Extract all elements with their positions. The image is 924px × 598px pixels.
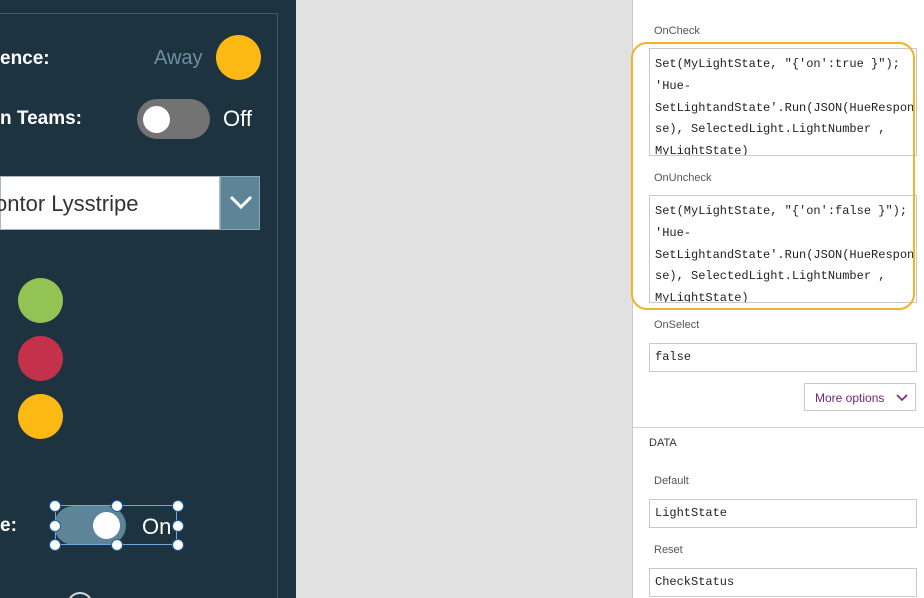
teams-toggle-text: Off: [223, 106, 252, 131]
resize-handle-ml[interactable]: [49, 520, 61, 532]
red-color-button[interactable]: [18, 336, 63, 381]
resize-handle-tl[interactable]: [49, 500, 61, 512]
resize-handle-bl[interactable]: [49, 539, 61, 551]
more-options-label: More options: [815, 391, 885, 405]
resize-handle-tr[interactable]: [172, 500, 184, 512]
presence-label: ence:: [0, 48, 50, 69]
canvas-border-right: [277, 14, 278, 598]
presence-value: Away: [154, 47, 203, 69]
dropdown-toggle-button[interactable]: [220, 176, 260, 230]
teams-toggle[interactable]: [137, 99, 210, 139]
toggle-knob: [143, 106, 170, 133]
default-label: Default: [654, 475, 689, 487]
light-dropdown[interactable]: ontor Lysstripe: [0, 176, 220, 230]
resize-handle-tc[interactable]: [111, 500, 123, 512]
app-canvas: ence: Away n Teams: Off ontor Lysstripe …: [0, 0, 296, 598]
onuncheck-label: OnUncheck: [654, 172, 712, 184]
teams-label: n Teams:: [0, 108, 83, 129]
oncheck-label: OnCheck: [654, 25, 700, 37]
default-field[interactable]: LightState: [649, 499, 917, 528]
state-label: e:: [0, 515, 17, 536]
canvas-border-top: [0, 13, 278, 14]
reset-label: Reset: [654, 544, 683, 556]
chevron-down-icon: [896, 394, 908, 402]
oncheck-formula-field[interactable]: Set(MyLightState, "{'on':true }"); 'Hue-…: [649, 48, 917, 156]
resize-handle-bc[interactable]: [111, 539, 123, 551]
resize-handle-mr[interactable]: [172, 520, 184, 532]
chevron-down-icon: [229, 195, 253, 210]
resize-handle-br[interactable]: [172, 539, 184, 551]
properties-panel: OnCheck Set(MyLightState, "{'on':true }"…: [632, 0, 924, 598]
onselect-label: OnSelect: [654, 319, 700, 331]
section-divider: [633, 427, 924, 428]
green-color-button[interactable]: [18, 278, 63, 323]
data-section-header: DATA: [649, 437, 677, 449]
more-options-button[interactable]: More options: [804, 383, 916, 411]
partial-control[interactable]: [67, 592, 93, 598]
presence-status-dot: [216, 35, 261, 80]
reset-field[interactable]: CheckStatus: [649, 568, 917, 597]
onuncheck-formula-field[interactable]: Set(MyLightState, "{'on':false }"); 'Hue…: [649, 195, 917, 303]
dropdown-value: ontor Lysstripe: [0, 191, 139, 216]
yellow-color-button[interactable]: [18, 394, 63, 439]
onselect-field[interactable]: false: [649, 343, 917, 372]
